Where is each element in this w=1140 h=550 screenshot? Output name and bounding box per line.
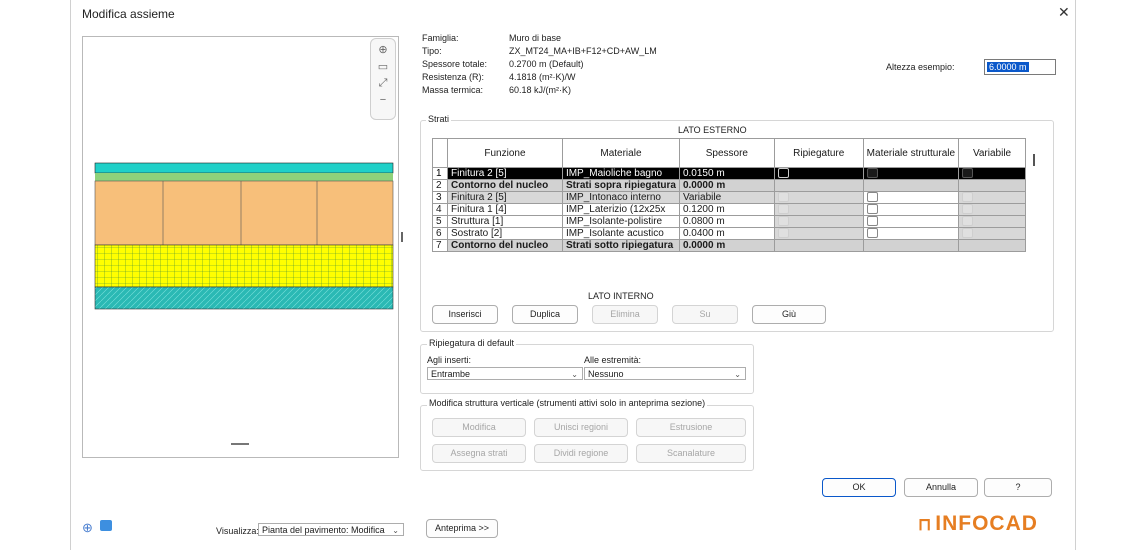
tipo-label: Tipo: — [422, 46, 442, 56]
preview-zoom-tools[interactable]: ⊕ ▭ ⤢ − — [370, 38, 396, 120]
help-button[interactable]: ? — [984, 478, 1052, 497]
zoom-preview-icon[interactable]: ⊕ — [82, 520, 93, 536]
layer-plaster — [95, 173, 393, 181]
duplica-button[interactable]: Duplica — [512, 305, 578, 324]
layer-masonry — [94, 180, 394, 246]
strutturale-checkbox[interactable] — [866, 168, 878, 179]
table-row[interactable]: 1 Finitura 2 [5] IMP_Maioliche bagno 0.0… — [432, 167, 1026, 180]
ends-select[interactable]: Nessuno ⌄ — [584, 367, 746, 380]
zoom-region-icon[interactable]: ▭ — [371, 60, 395, 73]
zoom-icon[interactable]: ⊕ — [371, 43, 395, 56]
variabile-checkbox[interactable] — [962, 168, 974, 179]
table-row[interactable]: 5 Struttura [1] IMP_Isolante-polistire 0… — [432, 215, 1026, 228]
table-header: Funzione Materiale Spessore Ripiegature … — [432, 138, 1026, 168]
modifica-button[interactable]: Modifica — [432, 418, 526, 437]
splitter-handle[interactable] — [401, 232, 403, 242]
unisci-regioni-button[interactable]: Unisci regioni — [534, 418, 628, 437]
resistenza-label: Resistenza (R): — [422, 72, 485, 82]
lato-interno-label: LATO INTERNO — [588, 291, 654, 301]
layer-acoustic — [94, 286, 394, 310]
dialog-title: Modifica assieme — [82, 7, 175, 21]
layer-tile — [94, 162, 394, 174]
altezza-label: Altezza esempio: — [886, 62, 955, 72]
close-icon[interactable]: ✕ — [1058, 4, 1070, 21]
altezza-input[interactable]: 6.0000 m — [984, 59, 1056, 75]
col-spessore: Spessore — [678, 138, 775, 168]
col-funzione: Funzione — [446, 138, 563, 168]
lato-esterno-label: LATO ESTERNO — [678, 125, 747, 135]
wrapping-group-label: Ripiegatura di default — [427, 338, 517, 348]
annulla-button[interactable]: Annulla — [904, 478, 978, 497]
table-row[interactable]: 2 Contorno del nucleo Strati sopra ripie… — [432, 179, 1026, 192]
spessore-label: Spessore totale: — [422, 59, 488, 69]
resistenza-value: 4.1818 (m²·K)/W — [509, 72, 576, 82]
vertical-group-label: Modifica struttura verticale (strumenti … — [427, 398, 708, 408]
visualizza-label: Visualizza: — [216, 526, 259, 536]
strutturale-checkbox[interactable] — [866, 204, 878, 215]
table-row[interactable]: 4 Finitura 1 [4] IMP_Laterizio (12x25x 0… — [432, 203, 1026, 216]
ok-button[interactable]: OK — [822, 478, 896, 497]
altezza-value: 6.0000 m — [987, 62, 1029, 72]
chevron-down-icon: ⌄ — [734, 370, 741, 379]
ripiegature-checkbox[interactable] — [777, 228, 789, 239]
massa-label: Massa termica: — [422, 85, 484, 95]
strutturale-checkbox[interactable] — [866, 192, 878, 203]
col-materiale: Materiale — [561, 138, 680, 168]
giu-button[interactable]: Giù — [752, 305, 826, 324]
col-materiale-strutturale: Materiale strutturale — [862, 138, 960, 168]
variabile-checkbox[interactable] — [962, 204, 974, 215]
strutturale-checkbox[interactable] — [866, 216, 878, 227]
variabile-checkbox[interactable] — [962, 192, 974, 203]
tipo-value: ZX_MT24_MA+IB+F12+CD+AW_LM — [509, 46, 657, 56]
dividi-regione-button[interactable]: Dividi regione — [534, 444, 628, 463]
layers-table[interactable]: Funzione Materiale Spessore Ripiegature … — [432, 138, 1026, 252]
famiglia-label: Famiglia: — [422, 33, 459, 43]
zoom-out-icon[interactable]: − — [371, 94, 395, 106]
inserisci-button[interactable]: Inserisci — [432, 305, 498, 324]
infocad-mark-icon: ⊓ — [918, 515, 933, 534]
chevron-down-icon: ⌄ — [392, 526, 399, 535]
table-scrollbar[interactable] — [1033, 154, 1035, 166]
assegna-strati-button[interactable]: Assegna strati — [432, 444, 526, 463]
famiglia-value: Muro di base — [509, 33, 562, 43]
table-row[interactable]: 7 Contorno del nucleo Strati sotto ripie… — [432, 239, 1026, 252]
massa-value: 60.18 kJ/(m²·K) — [509, 85, 572, 95]
visualizza-select[interactable]: Pianta del pavimento: Modifica ⌄ — [258, 523, 404, 536]
scanalature-button[interactable]: Scanalature — [636, 444, 746, 463]
anteprima-button[interactable]: Anteprima >> — [426, 519, 498, 538]
layers-group-label: Strati — [426, 114, 452, 124]
strutturale-checkbox[interactable] — [866, 228, 878, 239]
col-variabile: Variabile — [958, 138, 1026, 168]
ripiegature-checkbox[interactable] — [777, 192, 789, 203]
preview-pane[interactable] — [82, 36, 399, 458]
inserts-label: Agli inserti: — [427, 355, 472, 365]
spessore-value: 0.2700 m (Default) — [509, 59, 584, 69]
elimina-button[interactable]: Elimina — [592, 305, 658, 324]
su-button[interactable]: Su — [672, 305, 738, 324]
col-ripiegature: Ripiegature — [773, 138, 864, 168]
variabile-checkbox[interactable] — [962, 228, 974, 239]
zoom-fit-icon[interactable]: ⤢ — [371, 77, 395, 90]
ripiegature-checkbox[interactable] — [777, 168, 789, 179]
wall-section-preview — [94, 162, 394, 445]
table-row[interactable]: 6 Sostrato [2] IMP_Isolante acustico 0.0… — [432, 227, 1026, 240]
chevron-down-icon: ⌄ — [571, 370, 578, 379]
infocad-logo: ⊓ INFOCAD — [918, 512, 1038, 535]
inserts-select[interactable]: Entrambe ⌄ — [427, 367, 583, 380]
layer-insulation — [94, 244, 394, 288]
ends-label: Alle estremità: — [584, 355, 642, 365]
ripiegature-checkbox[interactable] — [777, 216, 789, 227]
variabile-checkbox[interactable] — [962, 216, 974, 227]
ripiegature-checkbox[interactable] — [777, 204, 789, 215]
save-view-icon[interactable] — [100, 520, 112, 531]
table-row[interactable]: 3 Finitura 2 [5] IMP_Intonaco interno Va… — [432, 191, 1026, 204]
estrusione-button[interactable]: Estrusione — [636, 418, 746, 437]
